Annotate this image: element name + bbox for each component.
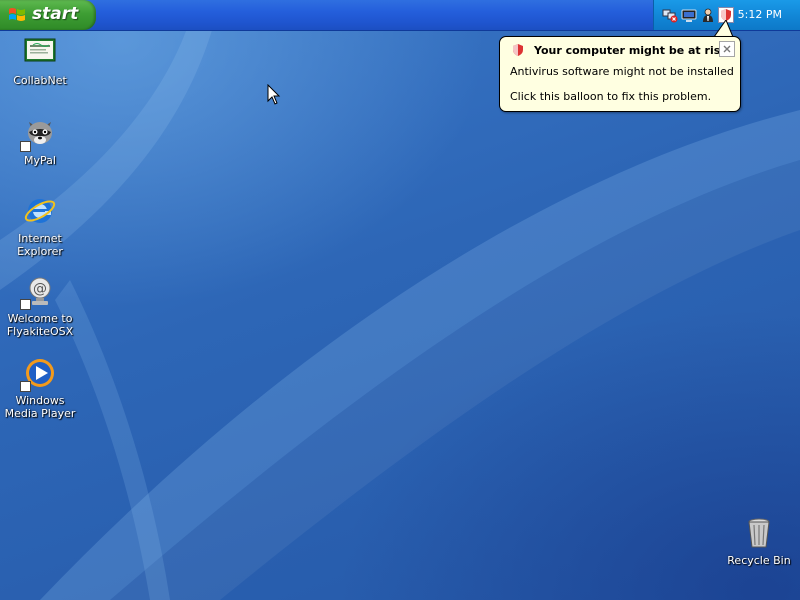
desktop-icon-recycle-bin[interactable]: Recycle Bin xyxy=(719,516,799,567)
shortcut-arrow-icon xyxy=(20,299,31,310)
balloon-title: Your computer might be at risk xyxy=(534,44,728,57)
network-warning-icon[interactable] xyxy=(662,7,678,23)
desktop-icon-label: Internet Explorer xyxy=(17,232,63,258)
desktop-icon-mypal[interactable]: MyPal xyxy=(0,116,80,167)
close-button[interactable] xyxy=(719,41,735,57)
desktop-icon-internet-explorer[interactable]: Internet Explorer xyxy=(0,194,80,258)
desktop-icon-label: Recycle Bin xyxy=(727,554,791,567)
recycle-bin-icon xyxy=(748,518,770,548)
start-button[interactable]: start xyxy=(0,0,96,30)
windows-logo-icon xyxy=(9,8,25,21)
security-alert-balloon[interactable]: Your computer might be at risk Antivirus… xyxy=(499,36,741,112)
taskbar: start 5:12 PM xyxy=(0,0,800,31)
certificate-icon xyxy=(24,38,56,62)
desktop-icon-welcome-flyakite[interactable]: @ Welcome to FlyakiteOSX xyxy=(0,274,80,338)
desktop-icon-label: Windows Media Player xyxy=(4,394,76,420)
balloon-message: Antivirus software might not be installe… xyxy=(510,65,734,78)
desktop-icon-label: CollabNet xyxy=(13,74,67,87)
close-icon xyxy=(723,45,731,53)
desktop-icon-label: MyPal xyxy=(24,154,56,167)
desktop-icon-collabnet[interactable]: CollabNet xyxy=(0,36,80,87)
desktop-icon-windows-media-player[interactable]: Windows Media Player xyxy=(0,356,80,420)
shortcut-arrow-icon xyxy=(20,141,31,152)
desktop-icon-label: Welcome to FlyakiteOSX xyxy=(6,312,74,338)
shield-warning-icon xyxy=(513,44,523,56)
start-label: start xyxy=(32,4,79,24)
svg-text:@: @ xyxy=(33,281,47,297)
mouse-pointer-icon xyxy=(267,84,281,105)
internet-explorer-icon xyxy=(24,199,56,223)
shortcut-arrow-icon xyxy=(20,381,31,392)
monitor-icon[interactable] xyxy=(681,7,697,23)
balloon-action-text: Click this balloon to fix this problem. xyxy=(510,90,712,103)
clock[interactable]: 5:12 PM xyxy=(738,8,782,21)
